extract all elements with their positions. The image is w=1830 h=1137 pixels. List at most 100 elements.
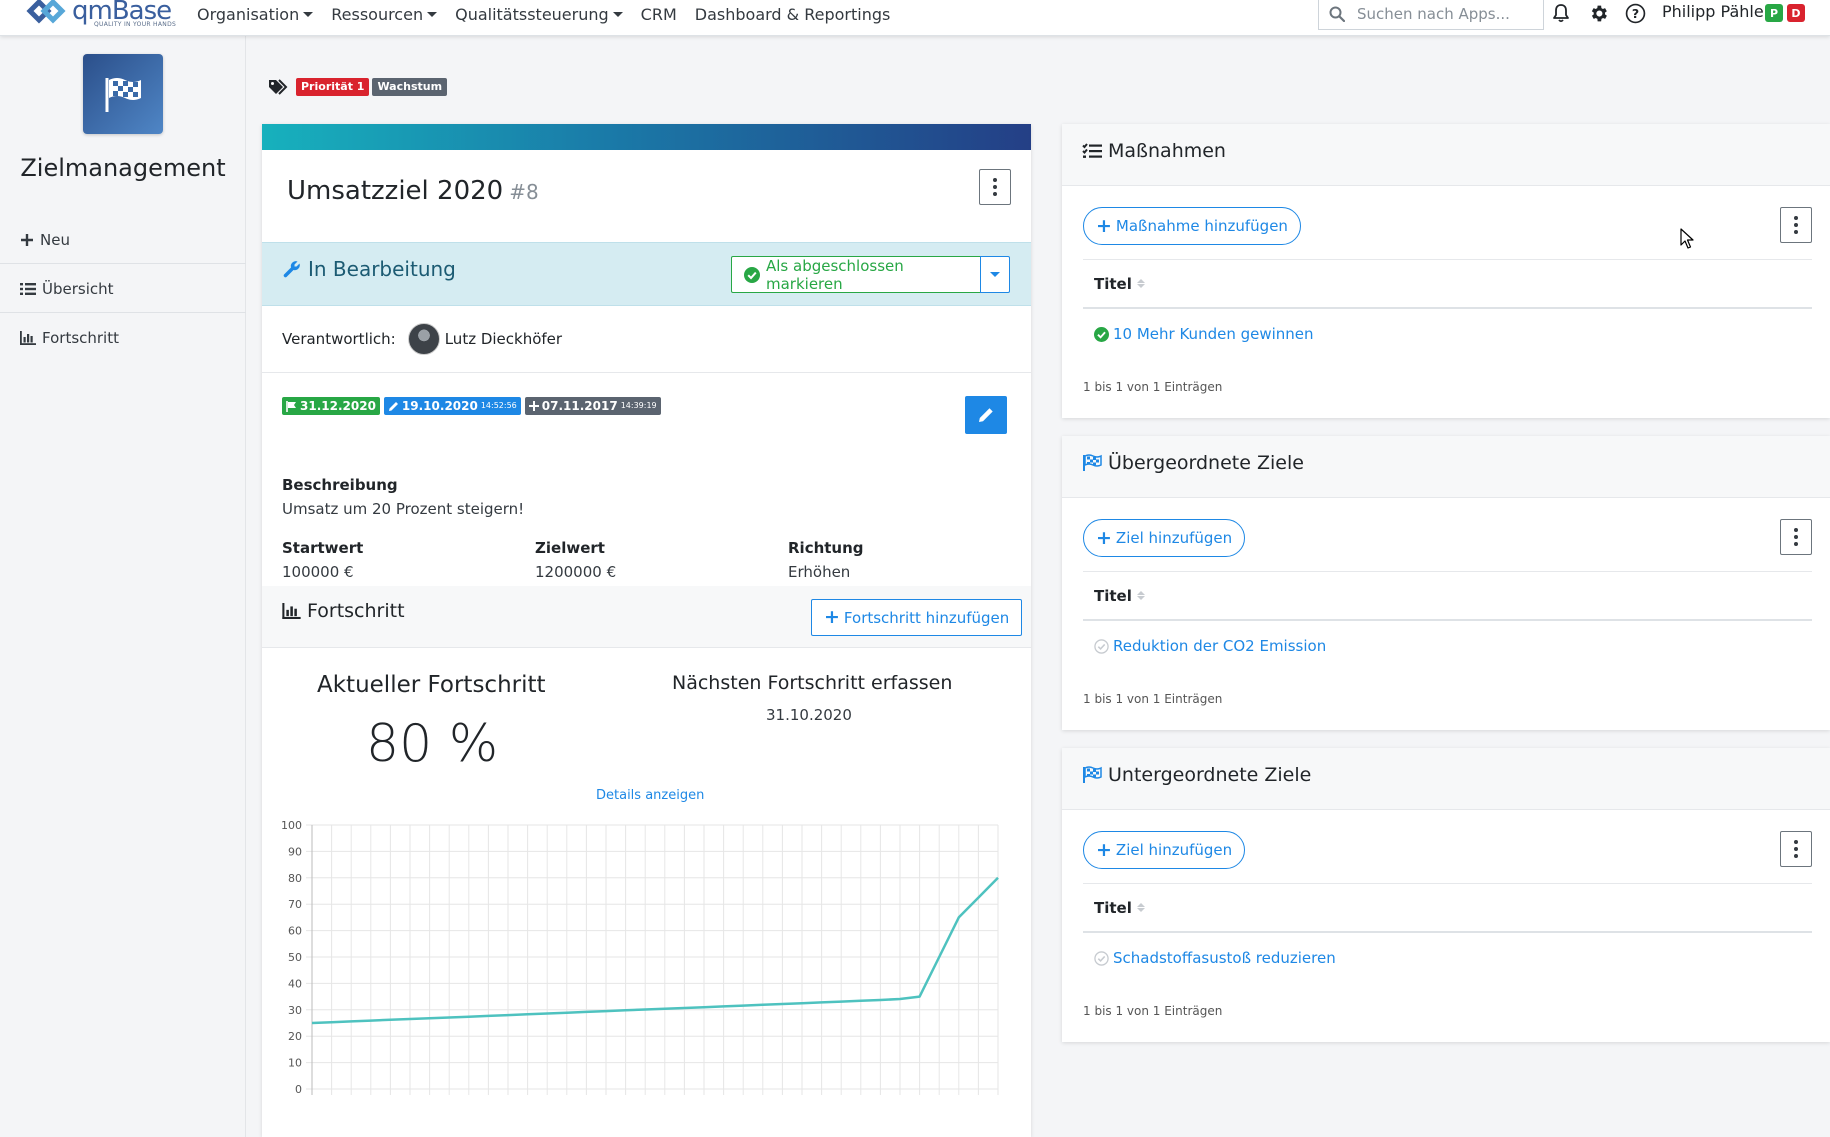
panel-header: Untergeordnete Ziele [1062, 748, 1830, 810]
next-progress-label: Nächsten Fortschritt erfassen [672, 672, 953, 694]
child-goal-row-link[interactable]: Schadstoffasustoß reduzieren [1094, 949, 1336, 967]
sidebar-item-fortschritt[interactable]: Fortschritt [0, 314, 246, 362]
add-parent-goal-button[interactable]: + Ziel hinzufügen [1083, 519, 1246, 557]
top-navbar: qmBase QUALITY IN YOUR HANDS Organisatio… [0, 0, 1830, 36]
sidebar-item-neu[interactable]: Neu [0, 216, 246, 264]
mark-complete-button[interactable]: Als abgeschlossen markieren [731, 256, 981, 293]
plus-icon [20, 233, 34, 247]
goal-title: Umsatzziel 2020 #8 [287, 176, 539, 206]
check-circle-icon [1094, 326, 1109, 342]
panel-title: Untergeordnete Ziele [1082, 764, 1311, 786]
parent-goals-options-button[interactable] [1780, 519, 1812, 555]
parent-goal-row-link[interactable]: Reduktion der CO2 Emission [1094, 637, 1326, 655]
table-info: 1 bis 1 von 1 Einträgen [1083, 380, 1223, 394]
startwert-label: Startwert [282, 539, 364, 557]
responsible-name[interactable]: Lutz Dieckhöfer [445, 330, 562, 348]
mark-complete-dropdown[interactable] [980, 256, 1010, 293]
sidebar-item-label: Übersicht [42, 279, 114, 298]
add-child-goal-button[interactable]: + Ziel hinzufügen [1083, 831, 1246, 869]
current-progress-label: Aktueller Fortschritt [317, 672, 546, 698]
edit-goal-button[interactable] [965, 396, 1007, 434]
plus-icon: + [824, 606, 840, 628]
massnahmen-options-button[interactable] [1780, 207, 1812, 243]
chevron-down-icon [303, 11, 314, 17]
divider [262, 372, 1031, 373]
y-tick-label: 50 [288, 951, 302, 964]
y-tick-label: 40 [288, 977, 302, 990]
table-info: 1 bis 1 von 1 Einträgen [1083, 1004, 1223, 1018]
goal-color-bar [262, 124, 1031, 150]
brand-tagline: QUALITY IN YOUR HANDS [94, 21, 177, 28]
current-progress-value: 80 % [366, 714, 499, 774]
qmbase-logo-icon [26, 0, 66, 24]
description-label: Beschreibung [282, 476, 398, 494]
nav-dashboard-reportings[interactable]: Dashboard & Reportings [695, 5, 891, 24]
pencil-icon [388, 401, 399, 412]
status-bar: In Bearbeitung Als abgeschlossen markier… [262, 242, 1031, 306]
progress-title: Fortschritt [282, 600, 405, 622]
sort-icon [1136, 591, 1145, 600]
bell-icon[interactable] [1550, 2, 1572, 24]
y-tick-label: 100 [281, 819, 302, 832]
y-tick-label: 60 [288, 925, 302, 938]
sidebar-item-uebersicht[interactable]: Übersicht [0, 265, 246, 313]
plus-icon: + [1096, 214, 1112, 237]
column-header-titel[interactable]: Titel [1083, 571, 1812, 621]
edited-time: 14:52:56 [480, 401, 517, 410]
created-date-badge: 07.11.2017 14:39:19 [524, 397, 661, 415]
massnahme-row-link[interactable]: 10 Mehr Kunden gewinnen [1094, 325, 1314, 343]
child-goals-options-button[interactable] [1780, 831, 1812, 867]
nav-organisation[interactable]: Organisation [197, 5, 314, 24]
goal-options-button[interactable] [979, 169, 1011, 205]
tag-wachstum[interactable]: Wachstum [372, 78, 448, 96]
wrench-icon [282, 259, 302, 279]
main-menu: Organisation Ressourcen Qualitätssteueru… [197, 0, 908, 28]
sort-icon [1136, 279, 1145, 288]
user-menu[interactable]: Philipp Pähler [1662, 2, 1770, 21]
due-date-badge: 31.12.2020 [282, 397, 380, 415]
goal-tags: Priorität 1 Wachstum [268, 78, 448, 96]
zielwert-label: Zielwert [535, 539, 605, 557]
edited-date-badge: 19.10.2020 14:52:56 [383, 397, 521, 415]
tag-priority[interactable]: Priorität 1 [296, 78, 370, 96]
panel-header: Maßnahmen [1062, 124, 1830, 186]
search-input[interactable] [1357, 4, 1527, 23]
add-progress-button[interactable]: + Fortschritt hinzufügen [811, 599, 1023, 636]
user-badge-p[interactable]: P [1765, 4, 1783, 22]
kebab-icon [993, 177, 997, 198]
date-badges: 31.12.2020 19.10.2020 14:52:56 07.11.2017… [282, 397, 665, 415]
kebab-icon [1794, 839, 1798, 860]
avatar [407, 323, 440, 355]
y-tick-label: 70 [288, 898, 302, 911]
brand-logo[interactable]: qmBase QUALITY IN YOUR HANDS [22, 0, 176, 28]
nav-crm[interactable]: CRM [641, 5, 677, 24]
list-icon [20, 282, 36, 296]
nav-icon-group: ? [1550, 0, 1661, 26]
gear-icon[interactable] [1587, 2, 1609, 24]
richtung-value: Erhöhen [788, 563, 851, 581]
y-tick-label: 20 [288, 1030, 302, 1043]
plus-icon: + [1096, 526, 1112, 549]
sidebar-item-label: Neu [40, 230, 70, 249]
created-time: 14:39:19 [620, 401, 657, 410]
details-link[interactable]: Details anzeigen [596, 788, 704, 803]
check-circle-outline-icon [1094, 638, 1109, 654]
column-header-titel[interactable]: Titel [1083, 883, 1812, 933]
kebab-icon [1794, 215, 1798, 236]
y-tick-label: 80 [288, 872, 302, 885]
bar-chart-icon [20, 331, 36, 345]
progress-series-line [311, 876, 999, 1025]
user-badge-d[interactable]: D [1787, 4, 1805, 22]
flag-icon [286, 400, 297, 412]
nav-qualitaetssteuerung[interactable]: Qualitätssteuerung [455, 5, 623, 24]
plus-icon [528, 401, 539, 411]
chevron-down-icon [612, 11, 623, 17]
nav-ressourcen[interactable]: Ressourcen [331, 5, 438, 24]
help-icon[interactable]: ? [1624, 2, 1646, 24]
massnahmen-panel: Maßnahmen + Maßnahme hinzufügen Titel 10 … [1062, 124, 1830, 418]
add-massnahme-button[interactable]: + Maßnahme hinzufügen [1083, 207, 1301, 245]
kebab-icon [1794, 527, 1798, 548]
column-header-titel[interactable]: Titel [1083, 259, 1812, 309]
tasks-icon [1082, 143, 1102, 159]
svg-text:?: ? [1631, 6, 1638, 21]
